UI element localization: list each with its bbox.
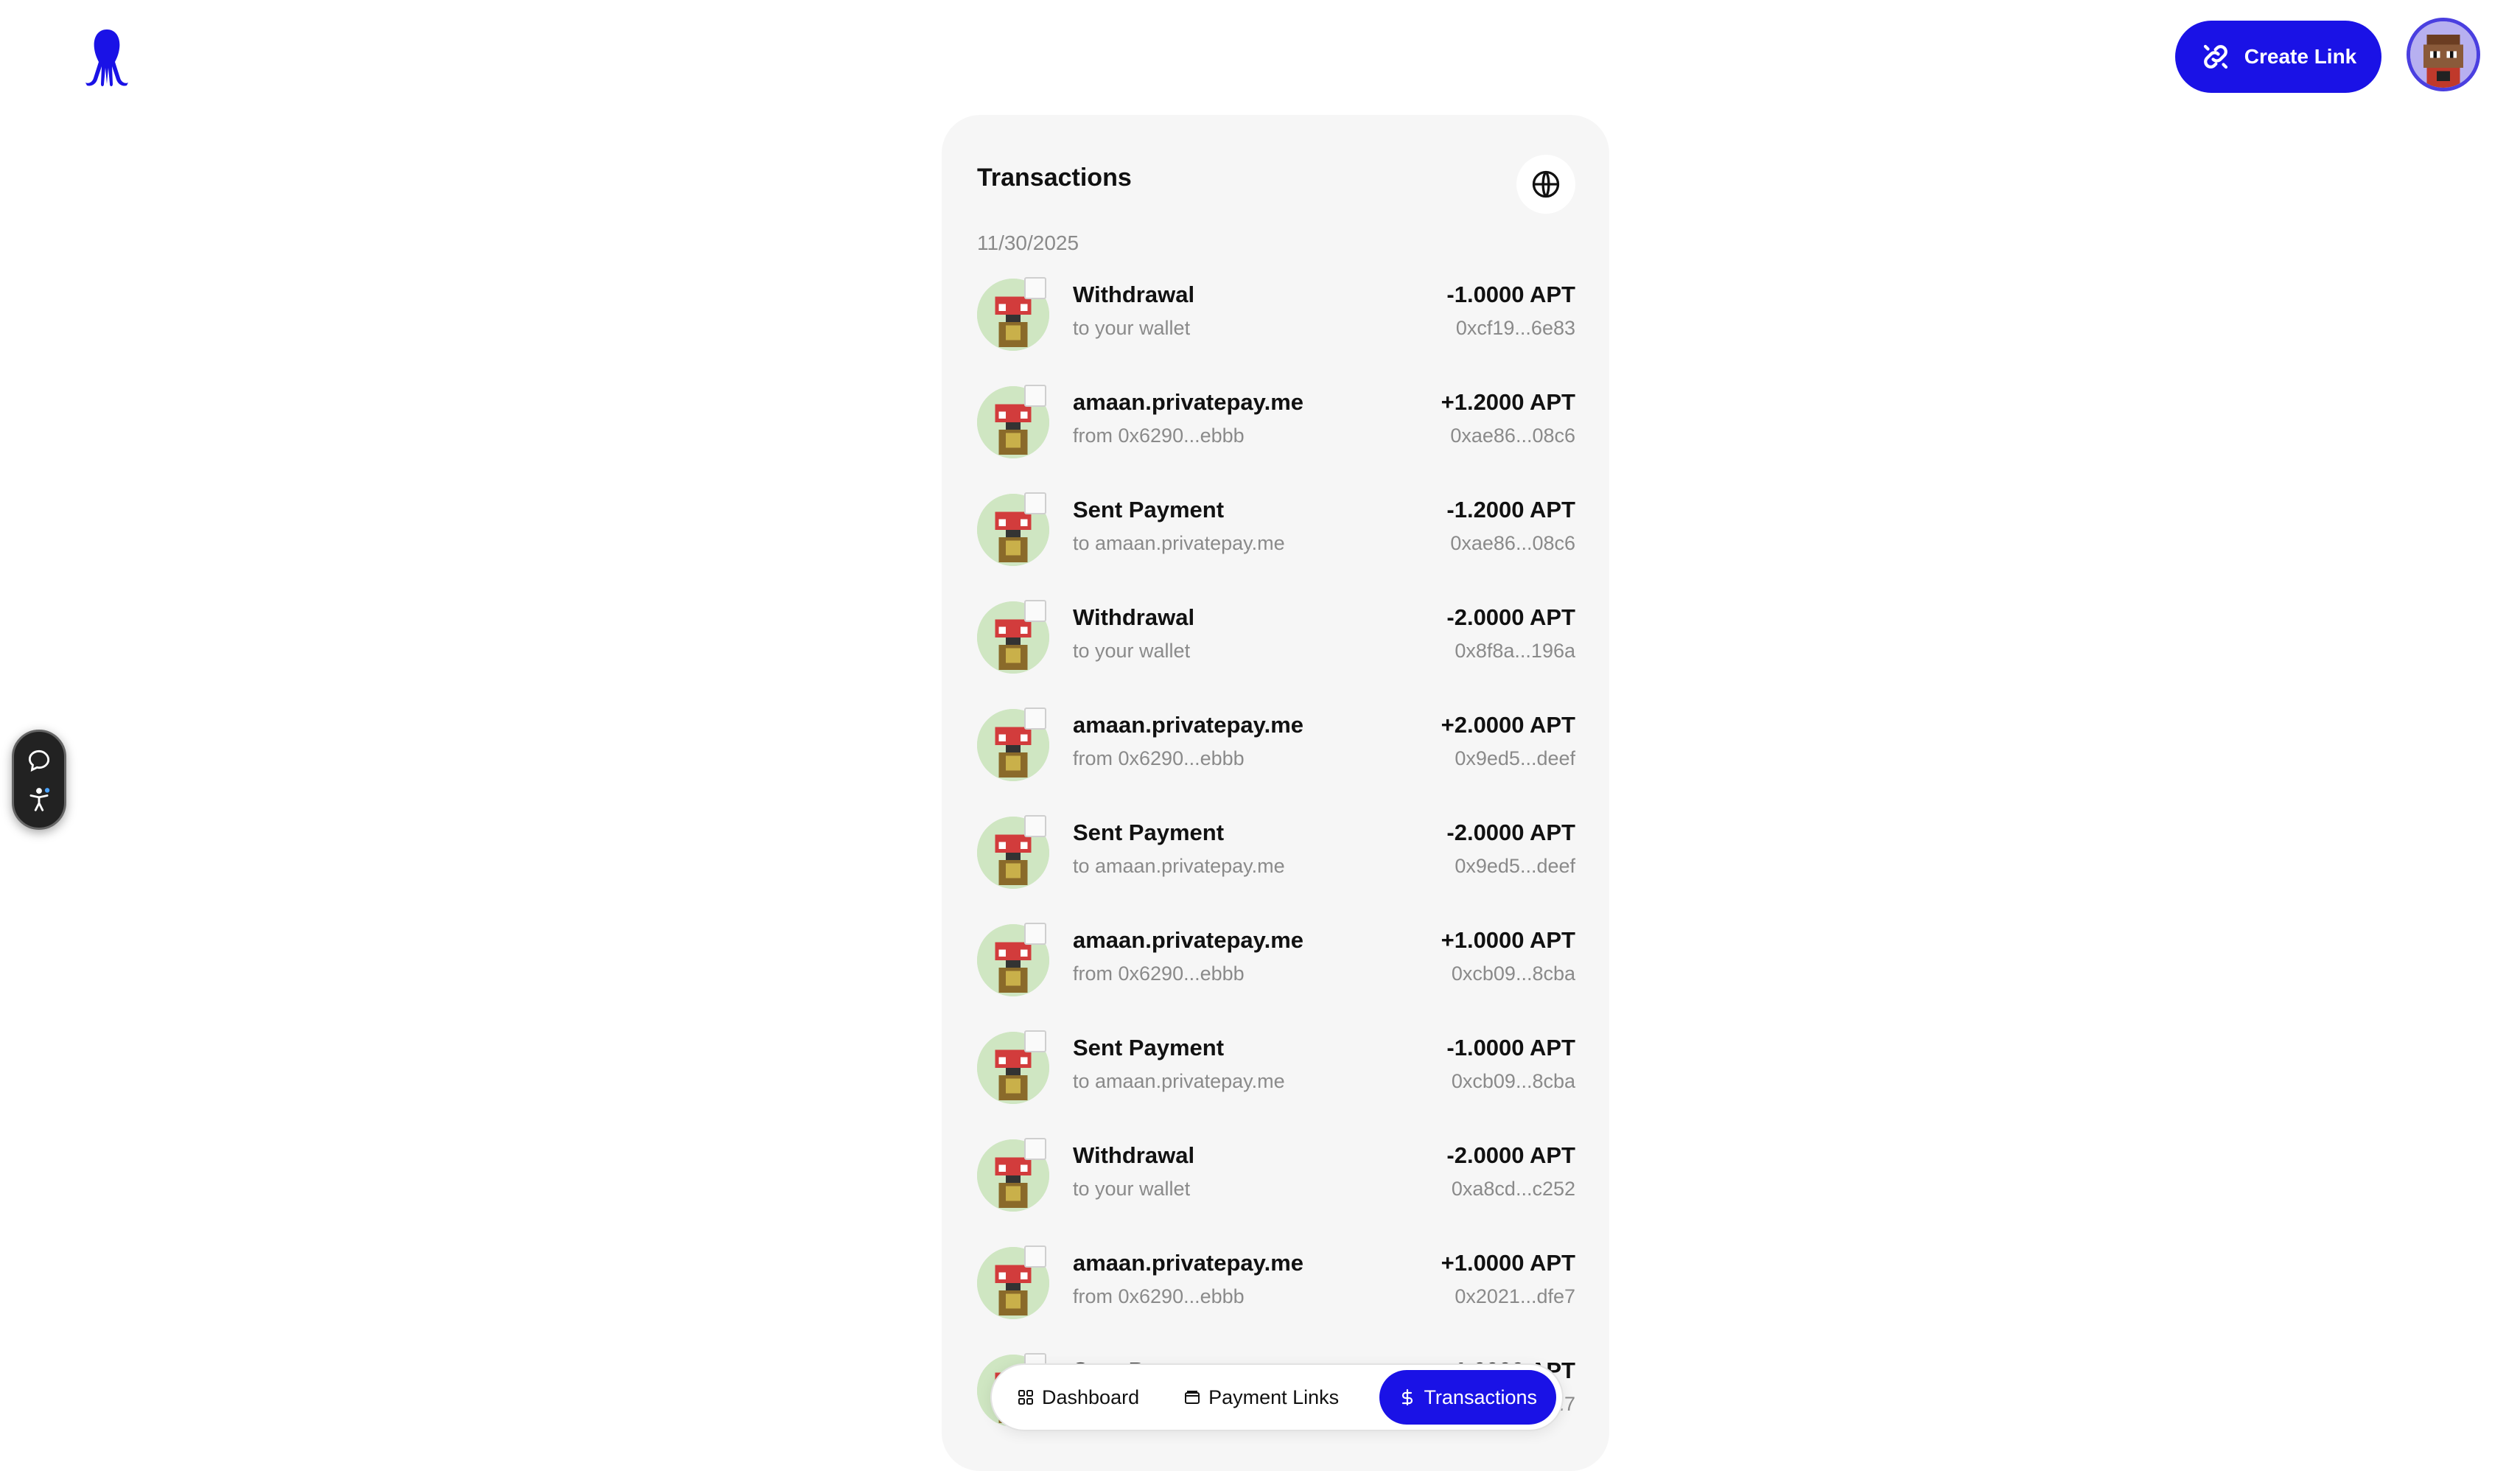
transactions-panel: Transactions 11/30/2025 Withdrawal to yo…: [942, 115, 1609, 1471]
tx-subtitle: to amaan.privatepay.me: [1073, 855, 1285, 877]
tx-subtitle: from 0x6290...ebbb: [1073, 424, 1245, 447]
tx-subtitle: to your wallet: [1073, 640, 1191, 662]
table-row[interactable]: Sent Payment to amaan.privatepay.me -1.2…: [977, 492, 1575, 601]
tx-title: Withdrawal: [1073, 604, 1195, 630]
link-icon: [2203, 44, 2227, 69]
tx-title: amaan.privatepay.me: [1073, 712, 1304, 738]
tx-amount: -1.0000 APT: [1446, 1035, 1575, 1061]
tx-hash[interactable]: 0x9ed5...deef: [1455, 855, 1575, 878]
tx-title: Sent Payment: [1073, 820, 1225, 845]
globe-icon: [1532, 170, 1560, 198]
tx-title: amaan.privatepay.me: [1073, 1250, 1304, 1276]
tx-hash[interactable]: 0xcb09...8cba: [1452, 1070, 1575, 1093]
tx-amount: +1.0000 APT: [1441, 927, 1575, 953]
tx-title: Sent Payment: [1073, 1035, 1225, 1061]
tx-subtitle: to your wallet: [1073, 317, 1191, 339]
table-row[interactable]: Withdrawal to your wallet -1.0000 APT 0x…: [977, 277, 1575, 386]
transaction-list: Withdrawal to your wallet -1.0000 APT 0x…: [977, 277, 1575, 1462]
broken-image-icon: [1024, 1138, 1046, 1160]
tx-amount: -2.0000 APT: [1446, 820, 1575, 845]
tx-subtitle: to your wallet: [1073, 1178, 1191, 1200]
tx-hash[interactable]: 0x8f8a...196a: [1455, 640, 1575, 663]
tx-hash[interactable]: 0x2021...dfe7: [1455, 1285, 1575, 1308]
table-row[interactable]: amaan.privatepay.me from 0x6290...ebbb +…: [977, 707, 1575, 817]
tx-hash[interactable]: 0xcb09...8cba: [1452, 962, 1575, 985]
table-row[interactable]: amaan.privatepay.me from 0x6290...ebbb +…: [977, 1245, 1575, 1355]
wallet-icon: [1185, 1391, 1200, 1404]
tx-subtitle: from 0x6290...ebbb: [1073, 747, 1245, 769]
broken-image-icon: [1024, 385, 1046, 407]
side-widget: [12, 730, 66, 830]
table-row[interactable]: Withdrawal to your wallet -2.0000 APT 0x…: [977, 1138, 1575, 1247]
tab-label: Dashboard: [1042, 1386, 1140, 1408]
tx-subtitle: to amaan.privatepay.me: [1073, 532, 1285, 554]
tab-label: Payment Links: [1208, 1386, 1340, 1408]
date-label: 11/30/2025: [977, 231, 1079, 254]
tx-subtitle: from 0x6290...ebbb: [1073, 962, 1245, 985]
broken-image-icon: [1024, 600, 1046, 622]
broken-image-icon: [1024, 923, 1046, 945]
tx-subtitle: to amaan.privatepay.me: [1073, 1070, 1285, 1092]
tx-amount: +1.2000 APT: [1441, 389, 1575, 415]
tx-amount: -1.0000 APT: [1446, 282, 1575, 307]
table-row[interactable]: Withdrawal to your wallet -2.0000 APT 0x…: [977, 600, 1575, 709]
broken-image-icon: [1024, 277, 1046, 299]
page-title: Transactions: [977, 164, 1132, 192]
tx-hash[interactable]: 0xae86...08c6: [1450, 532, 1575, 555]
tx-title: Withdrawal: [1073, 1142, 1195, 1168]
grid-icon: [1018, 1390, 1033, 1405]
tx-hash[interactable]: 0xcf19...6e83: [1456, 317, 1575, 340]
tab-label: Transactions: [1424, 1386, 1537, 1408]
chat-bubble-icon[interactable]: [25, 747, 53, 775]
squid-logo-icon[interactable]: [81, 27, 133, 88]
table-row[interactable]: amaan.privatepay.me from 0x6290...ebbb +…: [977, 385, 1575, 494]
dollar-icon: [1402, 1388, 1413, 1406]
tab-dashboard[interactable]: Dashboard: [998, 1370, 1158, 1425]
tx-title: Sent Payment: [1073, 497, 1225, 523]
broken-image-icon: [1024, 815, 1046, 837]
tx-hash[interactable]: 0x9ed5...deef: [1455, 747, 1575, 770]
broken-image-icon: [1024, 707, 1046, 730]
create-link-label: Create Link: [2244, 45, 2357, 68]
tx-amount: -2.0000 APT: [1446, 604, 1575, 630]
table-row[interactable]: Sent Payment to amaan.privatepay.me -1.0…: [977, 1030, 1575, 1139]
tx-title: amaan.privatepay.me: [1073, 389, 1304, 415]
tab-payment-links[interactable]: Payment Links: [1164, 1370, 1358, 1425]
broken-image-icon: [1024, 1030, 1046, 1052]
tx-title: Withdrawal: [1073, 282, 1195, 307]
globe-button[interactable]: [1516, 155, 1575, 214]
bottom-nav: Dashboard Payment Links Transactions: [990, 1363, 1564, 1431]
tx-amount: -1.2000 APT: [1446, 497, 1575, 523]
broken-image-icon: [1024, 1245, 1046, 1268]
broken-image-icon: [1024, 492, 1046, 514]
tx-hash[interactable]: 0xa8cd...c252: [1452, 1178, 1575, 1201]
table-row[interactable]: Sent Payment to amaan.privatepay.me -2.0…: [977, 815, 1575, 924]
tx-amount: +2.0000 APT: [1441, 712, 1575, 738]
create-link-button[interactable]: Create Link: [2175, 21, 2381, 93]
tab-transactions[interactable]: Transactions: [1379, 1370, 1556, 1425]
accessibility-icon[interactable]: [25, 786, 53, 814]
tx-title: amaan.privatepay.me: [1073, 927, 1304, 953]
tx-subtitle: from 0x6290...ebbb: [1073, 1285, 1245, 1307]
avatar[interactable]: [2407, 18, 2480, 91]
tx-hash[interactable]: 0xae86...08c6: [1450, 424, 1575, 447]
table-row[interactable]: amaan.privatepay.me from 0x6290...ebbb +…: [977, 923, 1575, 1032]
tx-amount: +1.0000 APT: [1441, 1250, 1575, 1276]
tx-amount: -2.0000 APT: [1446, 1142, 1575, 1168]
